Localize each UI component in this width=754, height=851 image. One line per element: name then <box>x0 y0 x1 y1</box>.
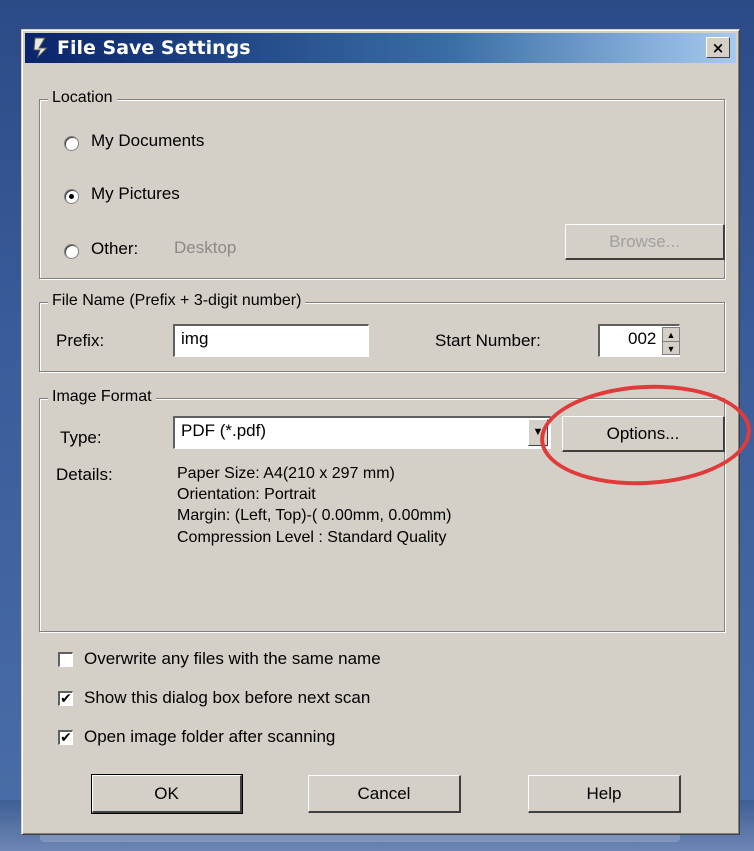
prefix-input[interactable]: img <box>173 324 369 357</box>
title-bar[interactable]: File Save Settings × <box>25 33 736 63</box>
radio-other-label[interactable]: Other: <box>91 239 138 259</box>
start-number-label: Start Number: <box>435 331 541 350</box>
type-label: Type: <box>60 428 102 447</box>
overwrite-checkbox[interactable] <box>58 652 73 667</box>
open-folder-checkbox[interactable]: ✔ <box>58 730 73 745</box>
details-line-orientation: Orientation: Portrait <box>177 486 316 503</box>
type-select[interactable]: PDF (*.pdf) <box>173 416 551 449</box>
browse-button[interactable]: Browse... <box>565 224 725 260</box>
radio-my-pictures-label[interactable]: My Pictures <box>91 184 180 204</box>
close-button[interactable]: × <box>706 37 730 58</box>
file-name-legend: File Name (Prefix + 3-digit number) <box>48 292 306 310</box>
prefix-label: Prefix: <box>56 331 105 350</box>
cancel-button[interactable]: Cancel <box>308 775 461 813</box>
radio-other[interactable] <box>64 244 79 259</box>
chevron-down-icon[interactable]: ▼ <box>663 342 679 355</box>
overwrite-checkbox-label[interactable]: Overwrite any files with the same name <box>84 649 381 669</box>
scanner-app-icon <box>33 37 49 59</box>
radio-my-documents-label[interactable]: My Documents <box>91 131 204 151</box>
show-dialog-checkbox-label[interactable]: Show this dialog box before next scan <box>84 688 370 708</box>
show-dialog-checkbox[interactable]: ✔ <box>58 691 73 706</box>
location-legend: Location <box>48 89 117 107</box>
radio-my-pictures[interactable] <box>64 189 79 204</box>
window-title: File Save Settings <box>57 37 251 59</box>
start-number-stepper[interactable]: ▲ ▼ <box>662 327 680 355</box>
details-line-compression: Compression Level : Standard Quality <box>177 529 447 546</box>
radio-my-documents[interactable] <box>64 136 79 151</box>
help-button[interactable]: Help <box>528 775 681 813</box>
other-path-text: Desktop <box>174 238 237 257</box>
details-label: Details: <box>56 465 113 484</box>
image-format-legend: Image Format <box>48 388 156 406</box>
close-icon: × <box>711 39 725 57</box>
ok-button[interactable]: OK <box>91 774 243 814</box>
details-line-margin: Margin: (Left, Top)-( 0.00mm, 0.00mm) <box>177 507 452 524</box>
details-line-paper-size: Paper Size: A4(210 x 297 mm) <box>177 465 395 482</box>
open-folder-checkbox-label[interactable]: Open image folder after scanning <box>84 727 335 747</box>
chevron-up-icon[interactable]: ▲ <box>663 328 679 342</box>
